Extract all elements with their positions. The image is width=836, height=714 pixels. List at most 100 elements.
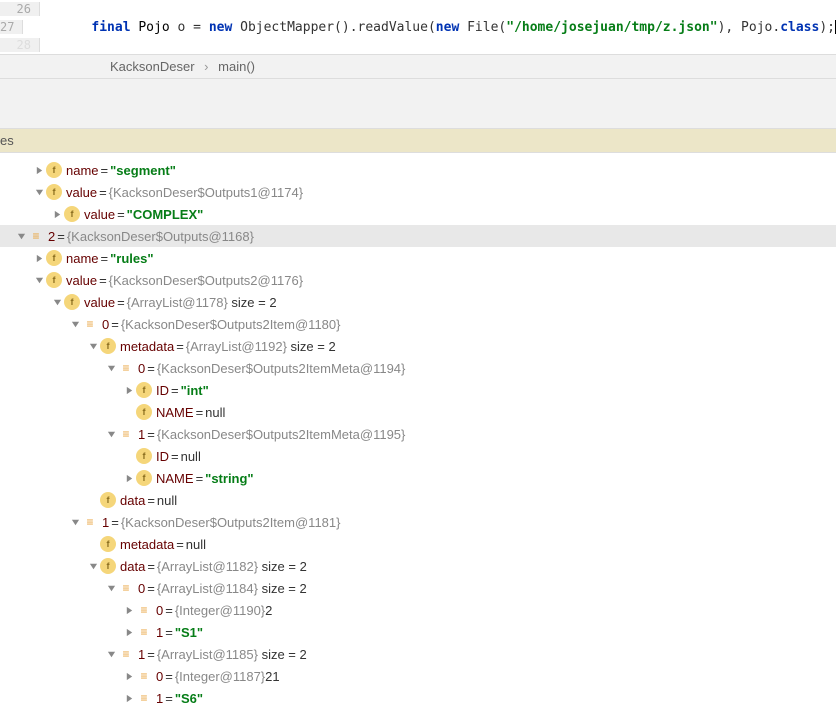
expand-icon[interactable] xyxy=(122,474,136,483)
var-index: 1 xyxy=(102,515,109,530)
size-val: size = 2 xyxy=(231,295,276,310)
op: = xyxy=(193,20,209,35)
tree-row[interactable]: fID = "int" xyxy=(0,379,836,401)
expand-icon[interactable] xyxy=(122,672,136,681)
collapse-icon[interactable] xyxy=(104,430,118,439)
debugger-tab[interactable]: es xyxy=(0,129,836,153)
collapse-icon[interactable] xyxy=(50,298,64,307)
expand-icon[interactable] xyxy=(122,694,136,703)
tree-row[interactable]: ≡0 = {Integer@1187} 21 xyxy=(0,665,836,687)
var-name: ID xyxy=(156,449,169,464)
expand-icon[interactable] xyxy=(122,386,136,395)
var-index: 1 xyxy=(156,691,163,706)
tree-row[interactable]: fmetadata = null xyxy=(0,533,836,555)
value: "COMPLEX" xyxy=(127,207,204,222)
breadcrumb-item[interactable]: main() xyxy=(218,59,255,74)
equals: = xyxy=(57,229,65,244)
tree-row[interactable]: fname = "segment" xyxy=(0,159,836,181)
tree-row[interactable]: ≡0 = {Integer@1190} 2 xyxy=(0,599,836,621)
breadcrumb[interactable]: KacksonDeser › main() xyxy=(0,54,836,79)
field-icon: f xyxy=(100,492,116,508)
var-name: value xyxy=(66,273,97,288)
code: ), Pojo. xyxy=(718,20,781,35)
tree-row[interactable]: fmetadata = {ArrayList@1192} size = 2 xyxy=(0,335,836,357)
equals: = xyxy=(147,361,155,376)
expand-icon[interactable] xyxy=(122,628,136,637)
collapse-icon[interactable] xyxy=(86,562,100,571)
index-icon: ≡ xyxy=(136,602,152,618)
value: "segment" xyxy=(110,163,176,178)
equals: = xyxy=(117,207,125,222)
expand-icon[interactable] xyxy=(32,166,46,175)
var-index: 0 xyxy=(102,317,109,332)
keyword: new xyxy=(436,20,459,35)
tree-row[interactable]: fID = null xyxy=(0,445,836,467)
code-line[interactable]: final Pojo o = new ObjectMapper().readVa… xyxy=(41,20,836,35)
tree-row[interactable]: fvalue = "COMPLEX" xyxy=(0,203,836,225)
tree-row-selected[interactable]: ≡2 = {KacksonDeser$Outputs@1168} xyxy=(0,225,836,247)
tree-row[interactable]: fvalue = {KacksonDeser$Outputs2@1176} xyxy=(0,269,836,291)
var-name: NAME xyxy=(156,405,194,420)
collapse-icon[interactable] xyxy=(104,584,118,593)
tab-label: es xyxy=(0,133,14,148)
tree-row[interactable]: fname = "rules" xyxy=(0,247,836,269)
index-icon: ≡ xyxy=(28,228,44,244)
field-icon: f xyxy=(100,536,116,552)
tree-row[interactable]: ≡1 = {ArrayList@1185} size = 2 xyxy=(0,643,836,665)
tree-row[interactable]: ≡1 = "S1" xyxy=(0,621,836,643)
field-icon: f xyxy=(136,448,152,464)
var-name: metadata xyxy=(120,537,174,552)
tree-row[interactable]: fNAME = "string" xyxy=(0,467,836,489)
index-icon: ≡ xyxy=(118,360,134,376)
var: o xyxy=(170,20,193,35)
size-val: size = 2 xyxy=(262,559,307,574)
var-index: 0 xyxy=(156,603,163,618)
ref: {KacksonDeser$Outputs@1168} xyxy=(67,229,254,244)
tree-row[interactable]: ≡0 = {KacksonDeser$Outputs2Item@1180} xyxy=(0,313,836,335)
ref: {KacksonDeser$Outputs1@1174} xyxy=(109,185,303,200)
var-index: 1 xyxy=(156,625,163,640)
collapse-icon[interactable] xyxy=(14,232,28,241)
equals: = xyxy=(196,405,204,420)
tree-row[interactable]: ≡0 = {KacksonDeser$Outputs2ItemMeta@1194… xyxy=(0,357,836,379)
collapse-icon[interactable] xyxy=(32,276,46,285)
ref: {Integer@1190} xyxy=(175,603,265,618)
tree-row[interactable]: ≡1 = "S6" xyxy=(0,687,836,709)
collapse-icon[interactable] xyxy=(32,188,46,197)
index-icon: ≡ xyxy=(82,316,98,332)
var-index: 1 xyxy=(138,427,145,442)
equals: = xyxy=(147,559,155,574)
code: ); xyxy=(819,20,835,35)
collapse-icon[interactable] xyxy=(104,650,118,659)
value: "S1" xyxy=(175,625,203,640)
index-icon: ≡ xyxy=(136,668,152,684)
tree-row[interactable]: fdata = null xyxy=(0,489,836,511)
collapse-icon[interactable] xyxy=(86,342,100,351)
expand-icon[interactable] xyxy=(122,606,136,615)
code-editor: 26 27 final Pojo o = new ObjectMapper().… xyxy=(0,0,836,54)
collapse-icon[interactable] xyxy=(68,320,82,329)
keyword: new xyxy=(209,20,232,35)
tree-row[interactable]: fvalue = {ArrayList@1178} size = 2 xyxy=(0,291,836,313)
equals: = xyxy=(196,471,204,486)
tree-row[interactable]: fdata = {ArrayList@1182} size = 2 xyxy=(0,555,836,577)
equals: = xyxy=(176,339,184,354)
field-icon: f xyxy=(100,338,116,354)
tree-row[interactable]: ≡1 = {KacksonDeser$Outputs2Item@1181} xyxy=(0,511,836,533)
tree-row[interactable]: ≡1 = {KacksonDeser$Outputs2ItemMeta@1195… xyxy=(0,423,836,445)
tree-row[interactable]: fNAME = null xyxy=(0,401,836,423)
type: Pojo xyxy=(138,20,169,35)
value: "string" xyxy=(205,471,253,486)
equals: = xyxy=(111,515,119,530)
collapse-icon[interactable] xyxy=(68,518,82,527)
index-icon: ≡ xyxy=(136,624,152,640)
ref: {ArrayList@1192} xyxy=(186,339,287,354)
tree-row[interactable]: ≡0 = {ArrayList@1184} size = 2 xyxy=(0,577,836,599)
breadcrumb-item[interactable]: KacksonDeser xyxy=(110,59,195,74)
expand-icon[interactable] xyxy=(32,254,46,263)
null-value: null xyxy=(181,449,201,464)
collapse-icon[interactable] xyxy=(104,364,118,373)
field-icon: f xyxy=(46,250,62,266)
expand-icon[interactable] xyxy=(50,210,64,219)
tree-row[interactable]: fvalue = {KacksonDeser$Outputs1@1174} xyxy=(0,181,836,203)
